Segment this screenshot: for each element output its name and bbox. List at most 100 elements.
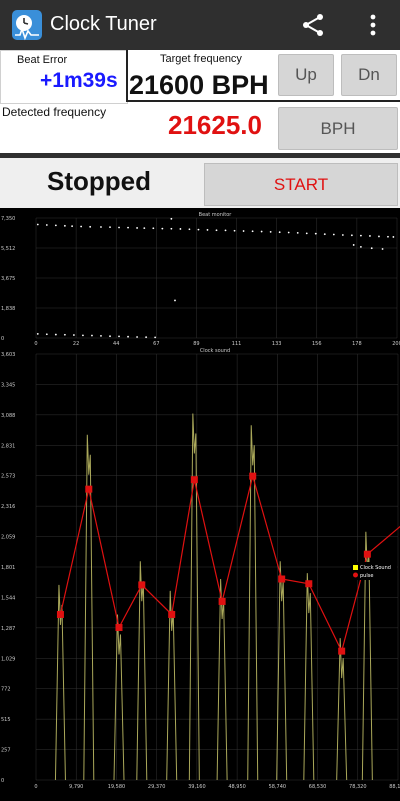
beat-point	[45, 333, 48, 336]
beat-point	[224, 229, 227, 232]
beat-point	[378, 235, 380, 238]
beat-point	[136, 336, 138, 338]
beat-point	[197, 228, 200, 231]
beat-point	[287, 231, 290, 234]
beat-point	[118, 226, 120, 229]
beat-point	[127, 335, 129, 338]
pulse-point	[85, 485, 93, 493]
beat-point	[179, 228, 182, 230]
sound-x-tick-label: 48,950	[228, 784, 246, 790]
clock-sound-peak	[166, 590, 178, 781]
beat-point	[45, 224, 48, 226]
pulse-point	[190, 476, 198, 484]
sound-x-tick-label: 78,320	[349, 784, 367, 790]
sound-y-tick-label: 1,287	[1, 626, 15, 632]
legend-clock-sound-swatch	[353, 565, 358, 570]
clock-sound-peak	[216, 578, 228, 781]
beat-point	[80, 225, 83, 228]
sound-x-tick-label: 68,530	[309, 784, 327, 790]
beat-error-value: +1m39s	[40, 69, 118, 92]
beat-point	[143, 227, 146, 230]
clock-sound-peak	[336, 638, 348, 781]
beat-monitor-title: Beat monitor	[199, 212, 233, 218]
sound-y-tick-label: 1,544	[1, 595, 15, 601]
sound-y-tick-label: 257	[1, 748, 11, 754]
sound-x-tick-label: 29,370	[148, 784, 166, 790]
clock-sound-chart: Clock sound 0 9,790 19,580 29,370 39,160 48,9…	[1, 348, 400, 790]
pulse-point	[305, 580, 313, 588]
clock-sound-peak	[276, 561, 288, 781]
detected-frequency-value: 21625.0	[168, 110, 262, 140]
beat-point	[145, 336, 148, 339]
beat-point	[71, 225, 73, 228]
beat-point	[36, 333, 39, 335]
beat-point	[36, 223, 39, 226]
beat-x-tick-label: 200	[392, 341, 400, 347]
beat-y-tick-label: 1,838	[1, 306, 15, 312]
sound-y-tick-label: 2,831	[1, 443, 15, 449]
sound-x-tick-label: 39,160	[188, 784, 206, 790]
beat-x-tick-label: 178	[352, 341, 362, 347]
pulse-point	[278, 575, 286, 583]
beat-x-tick-label: 67	[153, 341, 159, 347]
pulse-point	[363, 550, 371, 558]
sound-y-tick-label: 0	[1, 778, 4, 784]
beat-point	[152, 227, 155, 230]
beat-x-tick-label: 89	[193, 341, 199, 347]
beat-point	[206, 229, 209, 231]
beat-point	[63, 333, 66, 336]
frequency-up-button[interactable]: Up	[278, 54, 334, 96]
sound-y-tick-label: 3,345	[1, 382, 15, 388]
clock-sound-title: Clock sound	[200, 348, 230, 354]
beat-point	[332, 233, 335, 236]
sound-y-tick-label: 515	[1, 717, 11, 723]
beat-point	[360, 245, 362, 248]
beat-point	[63, 224, 66, 227]
clock-sound-peak	[136, 561, 148, 781]
frequency-down-button[interactable]: Dn	[341, 54, 397, 96]
sound-y-tick-label: 2,059	[1, 535, 15, 541]
clock-sound-peak	[303, 573, 315, 781]
beat-point	[314, 232, 317, 235]
beat-point	[54, 333, 57, 336]
beat-x-tick-label: 133	[272, 341, 282, 347]
beat-point	[233, 229, 236, 232]
pulse-point	[338, 647, 346, 655]
detected-frequency-label: Detected frequency	[2, 105, 107, 119]
beat-point	[170, 227, 173, 230]
bph-unit-button[interactable]: BPH	[278, 107, 398, 150]
clock-sound-peak	[113, 614, 125, 781]
beat-point	[136, 227, 138, 229]
pulse-point	[115, 623, 123, 631]
beat-point	[100, 334, 102, 337]
beat-point	[127, 226, 129, 229]
beat-point	[360, 234, 362, 237]
start-button[interactable]: START	[204, 163, 398, 206]
beat-point	[100, 226, 102, 228]
beat-point	[73, 334, 75, 336]
beat-y-tick-label: 7,350	[1, 216, 15, 222]
beat-point	[82, 334, 84, 337]
beat-point	[251, 230, 254, 233]
pulse-line	[59, 473, 400, 653]
beat-point	[174, 299, 176, 302]
clock-tuner-app-icon	[12, 10, 42, 41]
beat-point	[341, 234, 344, 236]
beat-point	[54, 224, 57, 227]
more-options-icon[interactable]	[360, 12, 386, 38]
beat-point	[392, 236, 395, 238]
beat-point	[188, 228, 191, 231]
sound-y-tick-label: 3,088	[1, 413, 15, 419]
pulse-point	[218, 597, 226, 605]
share-icon[interactable]	[300, 12, 326, 38]
beat-point	[260, 230, 263, 233]
beat-point	[370, 247, 373, 250]
beat-point	[381, 248, 384, 250]
beat-point	[350, 234, 353, 237]
sound-y-tick-label: 2,316	[1, 504, 15, 510]
beat-y-tick-label: 5,512	[1, 246, 15, 252]
sound-y-tick-label: 3,603	[1, 352, 15, 358]
beat-y-tick-label: 0	[1, 336, 4, 342]
target-frequency-label: Target frequency	[160, 53, 242, 65]
beat-error-label: Beat Error	[17, 54, 68, 66]
